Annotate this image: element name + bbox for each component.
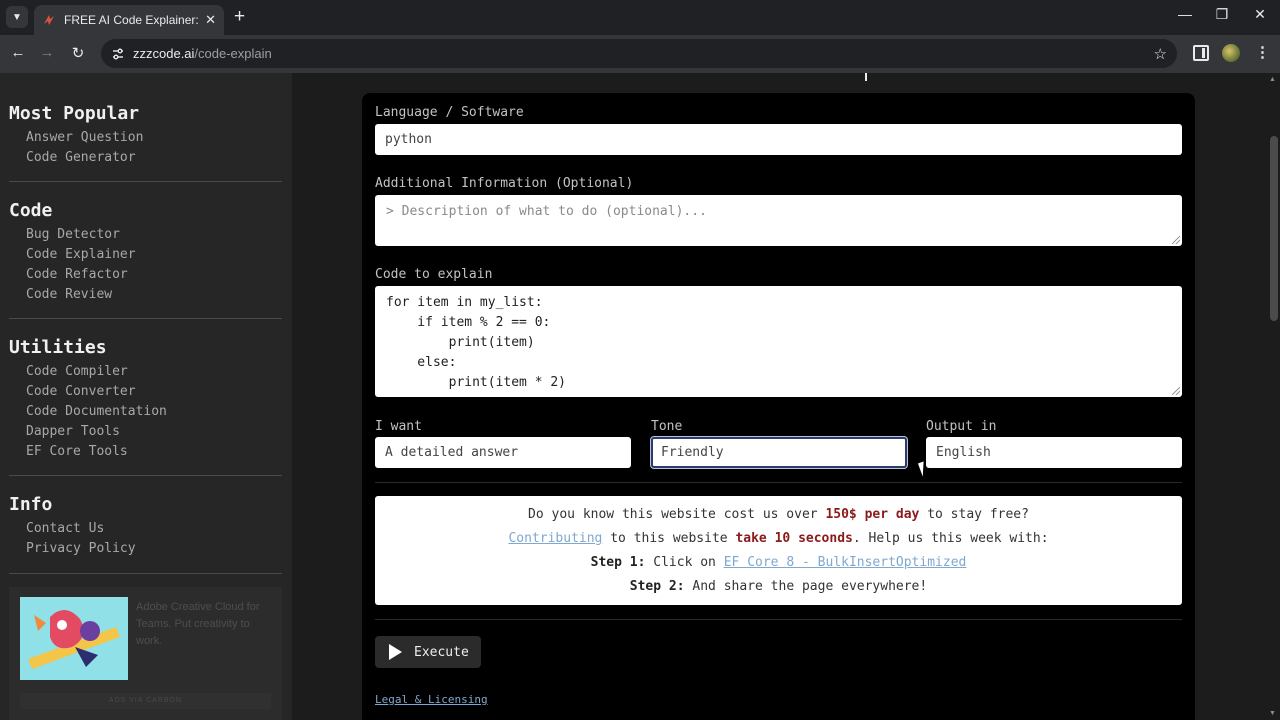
- sidebar-link-code-documentation[interactable]: Code Documentation: [26, 404, 167, 419]
- want-label: I want: [375, 419, 422, 434]
- legal-licensing-link[interactable]: Legal & Licensing: [375, 693, 488, 706]
- divider: [375, 482, 1182, 483]
- code-explain-form: Language / Software python Additional In…: [362, 93, 1195, 720]
- additional-info-label: Additional Information (Optional): [375, 176, 634, 191]
- play-icon: [389, 644, 402, 660]
- code-line: print(item): [386, 335, 535, 350]
- zzzcode-favicon-icon: [42, 13, 56, 27]
- notice-step-2: Step 2: And share the page everywhere!: [629, 579, 928, 594]
- site-info-icon[interactable]: [111, 47, 125, 61]
- sidebar-link-bug-detector[interactable]: Bug Detector: [26, 227, 120, 242]
- ad-image[interactable]: [20, 597, 128, 680]
- sidebar-link-code-generator[interactable]: Code Generator: [26, 150, 136, 165]
- execute-button[interactable]: Execute: [375, 636, 481, 668]
- language-label: Language / Software: [375, 105, 524, 120]
- additional-info-placeholder: > Description of what to do (optional)..…: [386, 204, 707, 219]
- sidebar-link-answer-question[interactable]: Answer Question: [26, 130, 143, 145]
- bookmark-star-icon[interactable]: ☆: [1154, 45, 1167, 63]
- minimize-icon[interactable]: —: [1173, 6, 1197, 22]
- sidebar-section-title: Utilities: [9, 337, 107, 358]
- sidebar-link-ef-core-tools[interactable]: EF Core Tools: [26, 444, 128, 459]
- code-label: Code to explain: [375, 267, 493, 282]
- sidebar-link-contact-us[interactable]: Contact Us: [26, 521, 104, 536]
- carbon-ad[interactable]: Adobe Creative Cloud for Teams. Put crea…: [9, 587, 282, 720]
- want-select[interactable]: A detailed answer: [375, 437, 631, 468]
- sidebar-divider: [9, 573, 282, 574]
- language-input[interactable]: python: [375, 124, 1182, 155]
- kebab-menu-icon[interactable]: ⋮: [1255, 43, 1270, 61]
- browser-tab-active[interactable]: FREE AI Code Explainer: Explain ✕: [34, 5, 224, 35]
- sidebar-link-code-converter[interactable]: Code Converter: [26, 384, 136, 399]
- sidebar-section-title: Info: [9, 494, 53, 515]
- resize-grip-icon[interactable]: [1172, 236, 1180, 244]
- code-line: for item in my_list:: [386, 295, 543, 310]
- tab-search-chevron-icon[interactable]: ▼: [6, 6, 28, 28]
- side-panel-icon[interactable]: [1193, 45, 1209, 61]
- url-text: zzzcode.ai/code-explain: [133, 46, 272, 61]
- sidebar-link-code-refactor[interactable]: Code Refactor: [26, 267, 128, 282]
- output-label: Output in: [926, 419, 997, 434]
- execute-label: Execute: [414, 644, 469, 660]
- sidebar-divider: [9, 475, 282, 476]
- contributing-link[interactable]: Contributing: [508, 531, 602, 546]
- ad-text[interactable]: Adobe Creative Cloud for Teams. Put crea…: [136, 599, 276, 650]
- sidebar-link-privacy-policy[interactable]: Privacy Policy: [26, 541, 136, 556]
- tone-select[interactable]: Friendly: [650, 436, 908, 469]
- sidebar-link-code-compiler[interactable]: Code Compiler: [26, 364, 128, 379]
- sidebar-divider: [9, 318, 282, 319]
- ad-attribution[interactable]: ADS VIA CARBON: [20, 693, 271, 709]
- forward-arrow-icon[interactable]: →: [37, 44, 57, 61]
- divider: [375, 619, 1182, 620]
- additional-info-textarea[interactable]: > Description of what to do (optional)..…: [375, 195, 1182, 246]
- address-bar[interactable]: zzzcode.ai/code-explain ☆: [101, 39, 1177, 68]
- browser-tab-bar: ▼ FREE AI Code Explainer: Explain ✕ + — …: [0, 0, 1280, 35]
- back-arrow-icon[interactable]: ←: [8, 44, 28, 61]
- support-notice: Do you know this website cost us over 15…: [375, 496, 1182, 605]
- page-scrollbar[interactable]: ▲ ▼: [1267, 73, 1280, 720]
- code-textarea[interactable]: for item in my_list: if item % 2 == 0: p…: [375, 286, 1182, 397]
- scroll-thumb[interactable]: [1270, 136, 1278, 321]
- maximize-icon[interactable]: ❐: [1210, 6, 1234, 23]
- window-close-icon[interactable]: ✕: [1248, 6, 1272, 23]
- sidebar-section-title: Most Popular: [9, 103, 140, 124]
- reload-icon[interactable]: ↻: [68, 44, 88, 62]
- notice-step-1: Step 1: Click on EF Core 8 - BulkInsertO…: [590, 555, 967, 570]
- tone-label: Tone: [651, 419, 683, 434]
- page-title-fragment: I: [860, 73, 872, 81]
- sidebar-link-dapper-tools[interactable]: Dapper Tools: [26, 424, 120, 439]
- sidebar-link-code-explainer[interactable]: Code Explainer: [26, 247, 136, 262]
- sidebar-divider: [9, 181, 282, 182]
- sidebar-nav: Most Popular Answer Question Code Genera…: [0, 73, 292, 720]
- sidebar-section-title: Code: [9, 200, 53, 221]
- tab-title: FREE AI Code Explainer: Explain: [64, 13, 202, 27]
- code-line: print(item * 2): [386, 375, 567, 390]
- notice-line-cost: Do you know this website cost us over 15…: [528, 507, 1029, 522]
- scroll-down-icon[interactable]: ▼: [1269, 710, 1276, 717]
- sidebar-link-code-review[interactable]: Code Review: [26, 287, 112, 302]
- profile-avatar[interactable]: [1222, 44, 1240, 62]
- tab-close-icon[interactable]: ✕: [205, 12, 216, 28]
- scroll-up-icon[interactable]: ▲: [1269, 76, 1276, 83]
- code-line: else:: [386, 355, 457, 370]
- new-tab-icon[interactable]: +: [234, 7, 245, 27]
- output-language-select[interactable]: English: [926, 437, 1182, 468]
- notice-line-contribute: Contributing to this website take 10 sec…: [508, 531, 1049, 546]
- ef-core-link[interactable]: EF Core 8 - BulkInsertOptimized: [724, 555, 967, 570]
- resize-grip-icon[interactable]: [1172, 387, 1180, 395]
- code-line: if item % 2 == 0:: [386, 315, 551, 330]
- browser-toolbar: ← → ↻ zzzcode.ai/code-explain ☆ ⋮: [0, 35, 1280, 73]
